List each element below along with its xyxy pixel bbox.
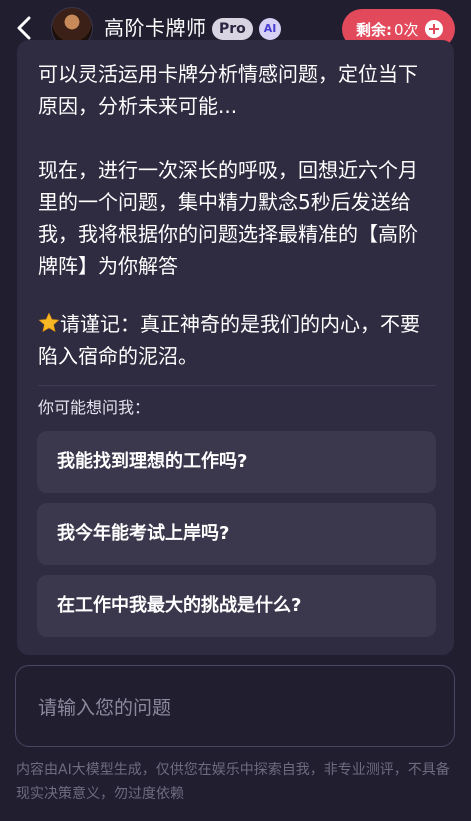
question-input[interactable]: 请输入您的问题 [15, 665, 455, 747]
ai-badge: AI [259, 18, 281, 40]
star-icon [38, 312, 60, 332]
message-paragraph-3: 请谨记：真正神奇的是我们的内心，不要陷入宿命的泥沼。 [38, 312, 420, 368]
divider [38, 385, 436, 386]
message-paragraph-3-wrapper: 请谨记：真正神奇的是我们的内心，不要陷入宿命的泥沼。 [38, 308, 428, 372]
suggestion-item[interactable]: 我今年能考试上岸吗? [37, 503, 436, 565]
pro-badge: Pro [212, 18, 253, 40]
suggestion-item[interactable]: 我能找到理想的工作吗? [37, 431, 436, 493]
suggestion-hint: 你可能想问我： [38, 398, 151, 417]
back-button[interactable] [12, 14, 36, 42]
chevron-left-icon [17, 16, 31, 40]
page-title: 高阶卡牌师 [104, 16, 207, 40]
message-paragraph-1: 可以灵活运用卡牌分析情感问题，定位当下原因，分析未来可能... [38, 62, 418, 118]
remain-value: 0次 [394, 20, 419, 39]
disclaimer: 内容由AI大模型生成，仅供您在娱乐中探索自我，非专业测评，不具备现实决策意义，勿… [16, 762, 450, 802]
plus-circle-icon [425, 20, 443, 38]
question-input-placeholder: 请输入您的问题 [38, 696, 172, 719]
message-paragraph-2: 现在，进行一次深长的呼吸，回想近六个月里的一个问题，集中精力默念5秒后发送给我，… [38, 158, 418, 278]
remain-label: 剩余: [356, 20, 392, 39]
suggestion-item[interactable]: 在工作中我最大的挑战是什么? [37, 575, 436, 637]
